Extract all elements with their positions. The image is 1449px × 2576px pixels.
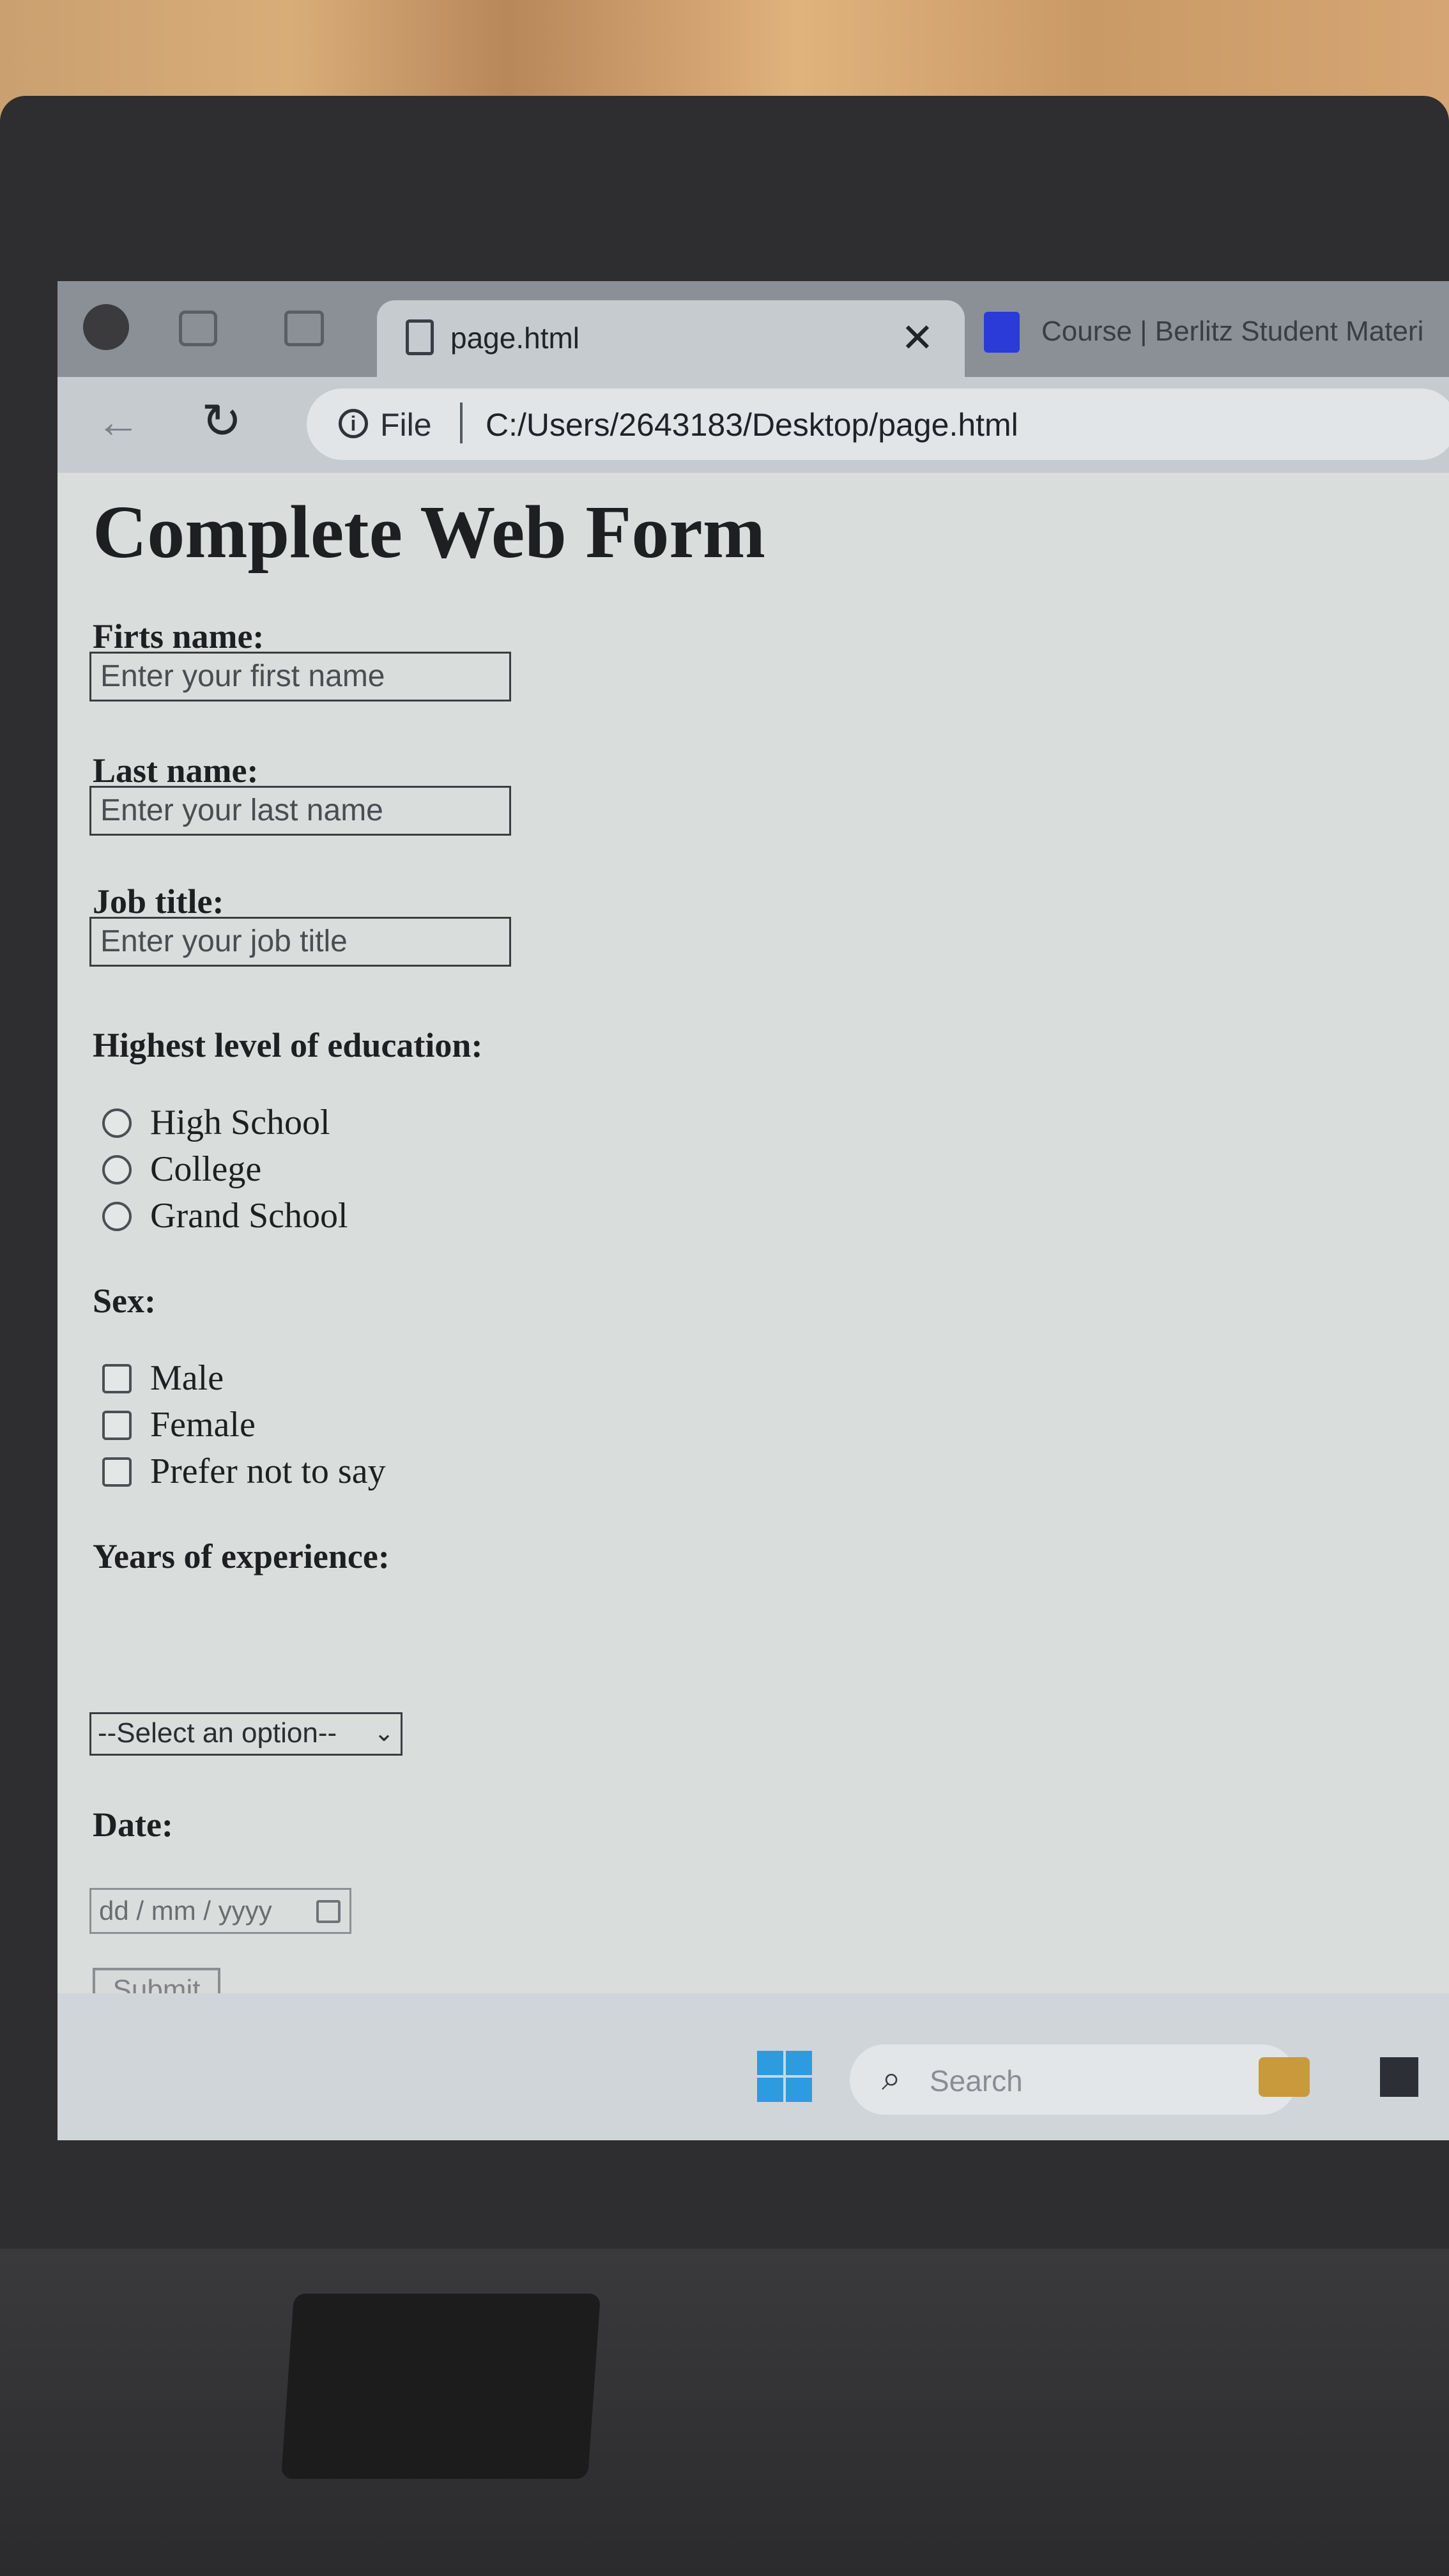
checkbox-label: Prefer not to say (150, 1452, 386, 1491)
experience-select[interactable]: --Select an option-- ⌄ (89, 1712, 402, 1756)
url-scheme-label: File (380, 407, 432, 443)
education-label: Highest level of education: (93, 1026, 483, 1064)
search-icon: ⌕ (882, 2059, 901, 2097)
address-bar[interactable]: i File C:/Users/2643183/Desktop/page.htm… (307, 388, 1449, 460)
checkbox-label: Female (150, 1405, 256, 1445)
taskbar-app-icon[interactable] (1259, 2057, 1310, 2097)
close-tab-icon[interactable]: ✕ (901, 314, 934, 361)
checkbox[interactable] (102, 1457, 132, 1487)
back-arrow-icon[interactable]: ← (96, 396, 141, 447)
berlitz-favicon-icon (984, 312, 1020, 353)
workspaces-icon[interactable] (179, 310, 217, 346)
address-separator (460, 402, 463, 443)
experience-label: Years of experience: (93, 1537, 390, 1575)
windows-start-icon[interactable] (757, 2051, 815, 2104)
taskbar-search[interactable]: ⌕ Search (850, 2044, 1297, 2115)
search-placeholder: Search (930, 2064, 1023, 2097)
web-page: Complete Web Form Firts name: Enter your… (57, 473, 1449, 2014)
profile-avatar-icon[interactable] (83, 304, 129, 350)
taskbar-app-icon[interactable] (1380, 2057, 1418, 2097)
tab-title: Course | Berlitz Student Materi (1041, 316, 1424, 347)
last-name-input[interactable]: Enter your last name (89, 786, 511, 836)
tab-title: page.html (450, 321, 580, 355)
radio-button[interactable] (102, 1108, 132, 1138)
checkbox[interactable] (102, 1411, 132, 1440)
page-title: Complete Web Form (93, 490, 766, 574)
date-label: Date: (93, 1805, 173, 1844)
laptop-screen: page.html ✕ Course | Berlitz Student Mat… (57, 281, 1449, 2140)
job-title-input[interactable]: Enter your job title (89, 917, 511, 967)
date-placeholder: dd / mm / yyyy (99, 1896, 272, 1926)
checkbox-label: Male (150, 1358, 224, 1398)
laptop-keyboard-deck (0, 2249, 1449, 2576)
radio-label: College (150, 1149, 262, 1189)
chevron-down-icon: ⌄ (374, 1720, 394, 1747)
browser-toolbar: ← ↻ i File C:/Users/2643183/Desktop/page… (57, 377, 1449, 473)
first-name-input[interactable]: Enter your first name (89, 652, 511, 702)
site-info-icon[interactable]: i (339, 409, 368, 438)
radio-button[interactable] (102, 1202, 132, 1231)
tab-page-html[interactable]: page.html ✕ (377, 300, 965, 378)
file-icon (406, 319, 434, 355)
calendar-icon[interactable] (316, 1900, 341, 1923)
reload-icon[interactable]: ↻ (201, 392, 242, 449)
laptop-hinge (280, 2294, 601, 2479)
tab-actions-icon[interactable] (284, 310, 324, 346)
radio-label: Grand School (150, 1196, 348, 1236)
first-name-label: Firts name: (93, 617, 264, 656)
windows-taskbar: ⌕ Search (57, 1993, 1449, 2140)
radio-button[interactable] (102, 1155, 132, 1184)
sex-label: Sex: (93, 1282, 156, 1320)
radio-label: High School (150, 1103, 330, 1142)
url-text[interactable]: C:/Users/2643183/Desktop/page.html (486, 406, 1018, 443)
select-value: --Select an option-- (98, 1717, 337, 1749)
tab-strip: page.html ✕ Course | Berlitz Student Mat… (57, 281, 1449, 378)
date-input[interactable]: dd / mm / yyyy (89, 1888, 351, 1934)
job-title-label: Job title: (93, 882, 224, 921)
last-name-label: Last name: (93, 751, 259, 790)
checkbox[interactable] (102, 1364, 132, 1393)
